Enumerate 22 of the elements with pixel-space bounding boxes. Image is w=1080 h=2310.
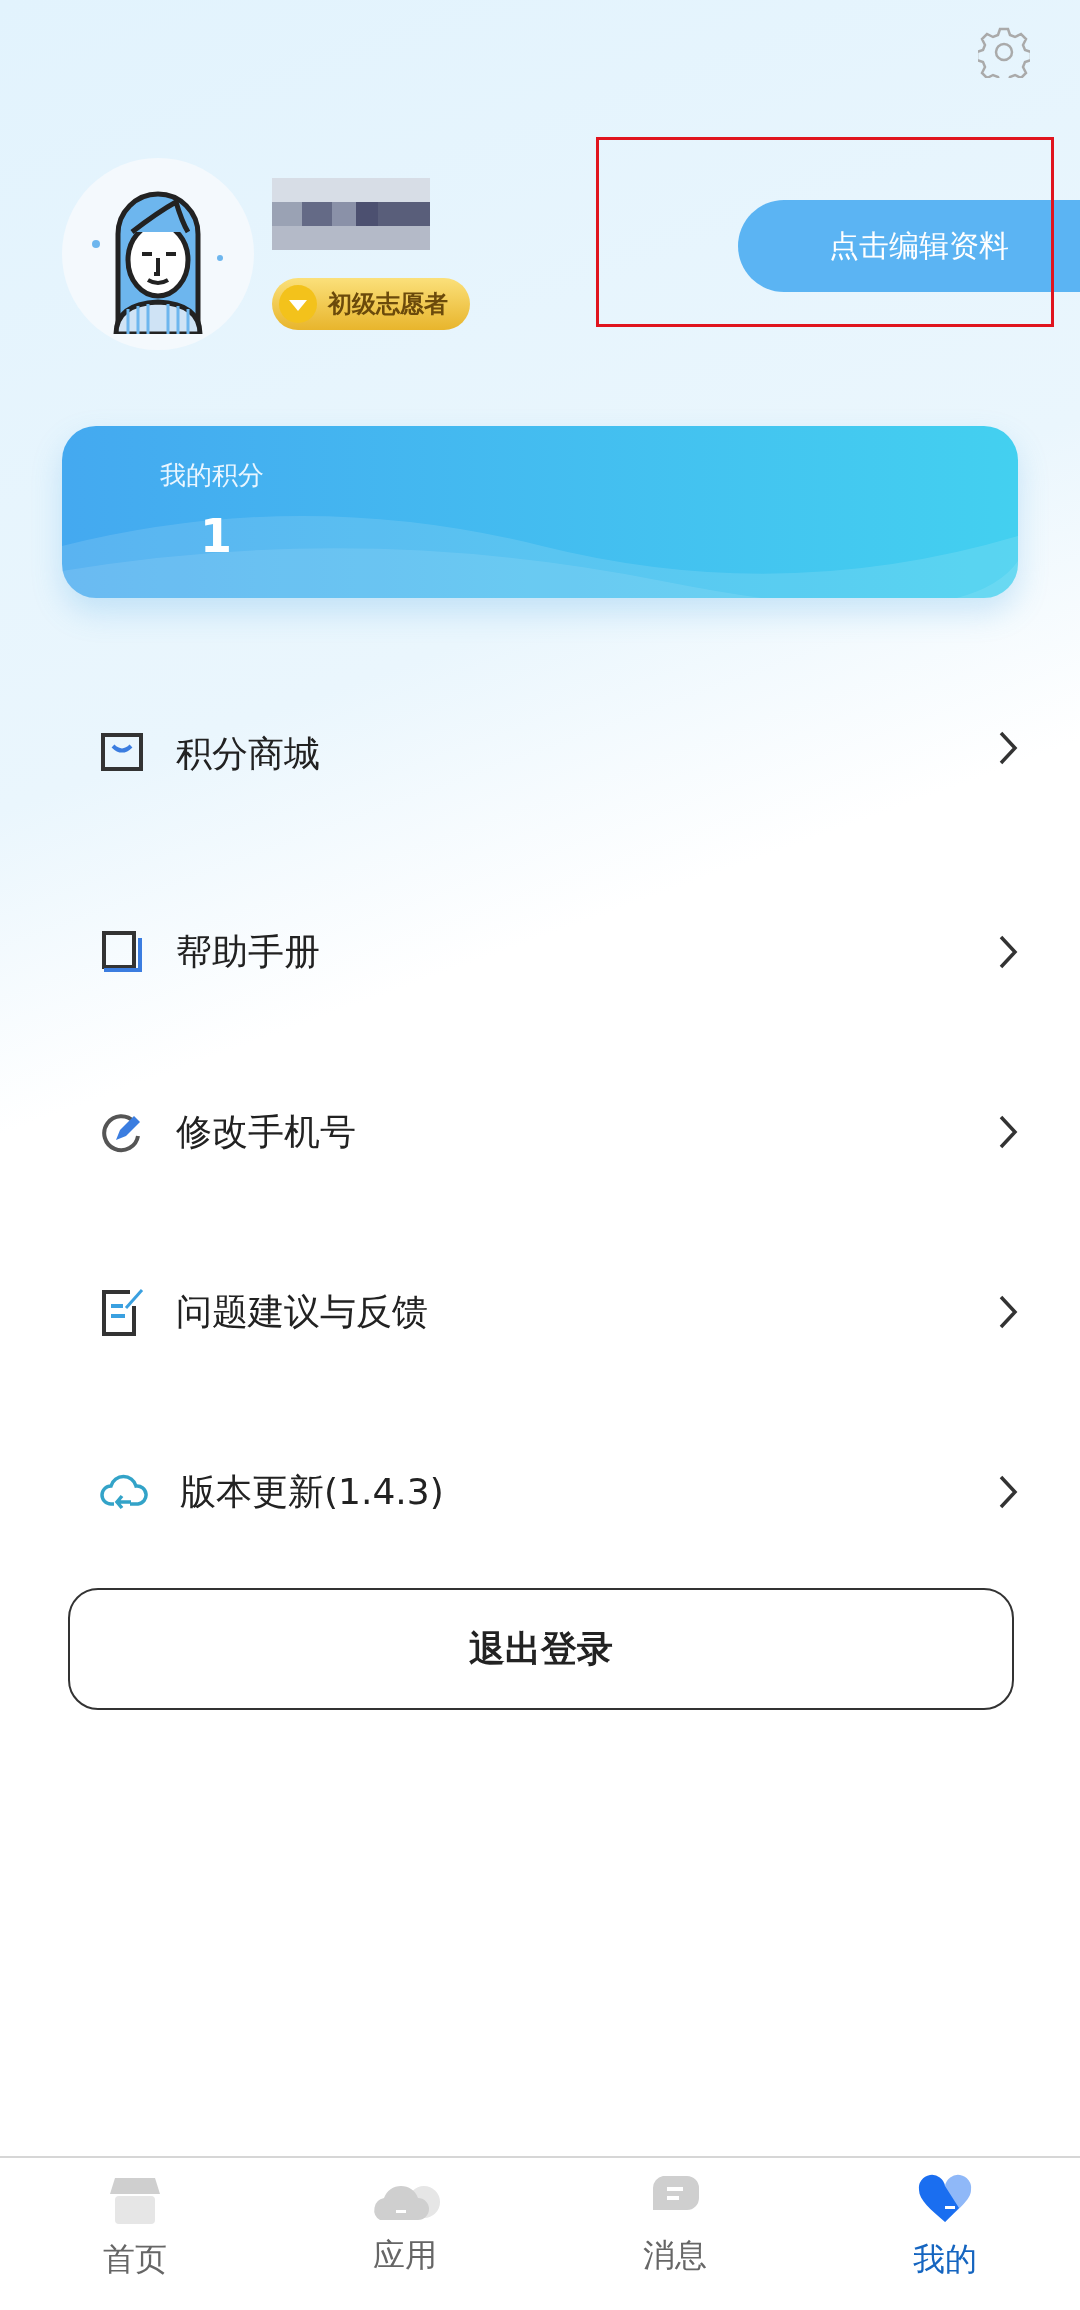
chevron-icon xyxy=(998,1294,1018,1330)
tab[interactable]: 消息 xyxy=(540,2158,810,2310)
menu-item[interactable]: 版本更新(1.4.3) xyxy=(0,1402,1080,1582)
menu-item[interactable]: 积分商城 xyxy=(0,730,1080,862)
points-value: 1 xyxy=(199,513,233,559)
envelope-icon xyxy=(100,730,144,774)
chevron-icon xyxy=(998,934,1018,970)
chevron-icon xyxy=(998,1114,1018,1150)
menu-item[interactable]: 帮助手册 xyxy=(0,862,1080,1042)
level-badge: 初级志愿者 xyxy=(272,278,470,330)
logout-button[interactable]: 退出登录 xyxy=(68,1588,1014,1710)
settings-icon[interactable] xyxy=(978,26,1030,78)
menu-item[interactable]: 修改手机号 xyxy=(0,1042,1080,1222)
chevron-icon xyxy=(998,730,1018,766)
book-icon xyxy=(100,930,144,974)
document-icon xyxy=(100,1288,144,1336)
points-label: 我的积分 xyxy=(160,459,265,492)
menu-item[interactable]: 问题建议与反馈 xyxy=(0,1222,1080,1402)
tab[interactable]: 应用 xyxy=(270,2158,540,2310)
chevron-icon xyxy=(998,1474,1018,1510)
tab[interactable]: 我的 xyxy=(810,2158,1080,2310)
tab[interactable]: 首页 xyxy=(0,2158,270,2310)
